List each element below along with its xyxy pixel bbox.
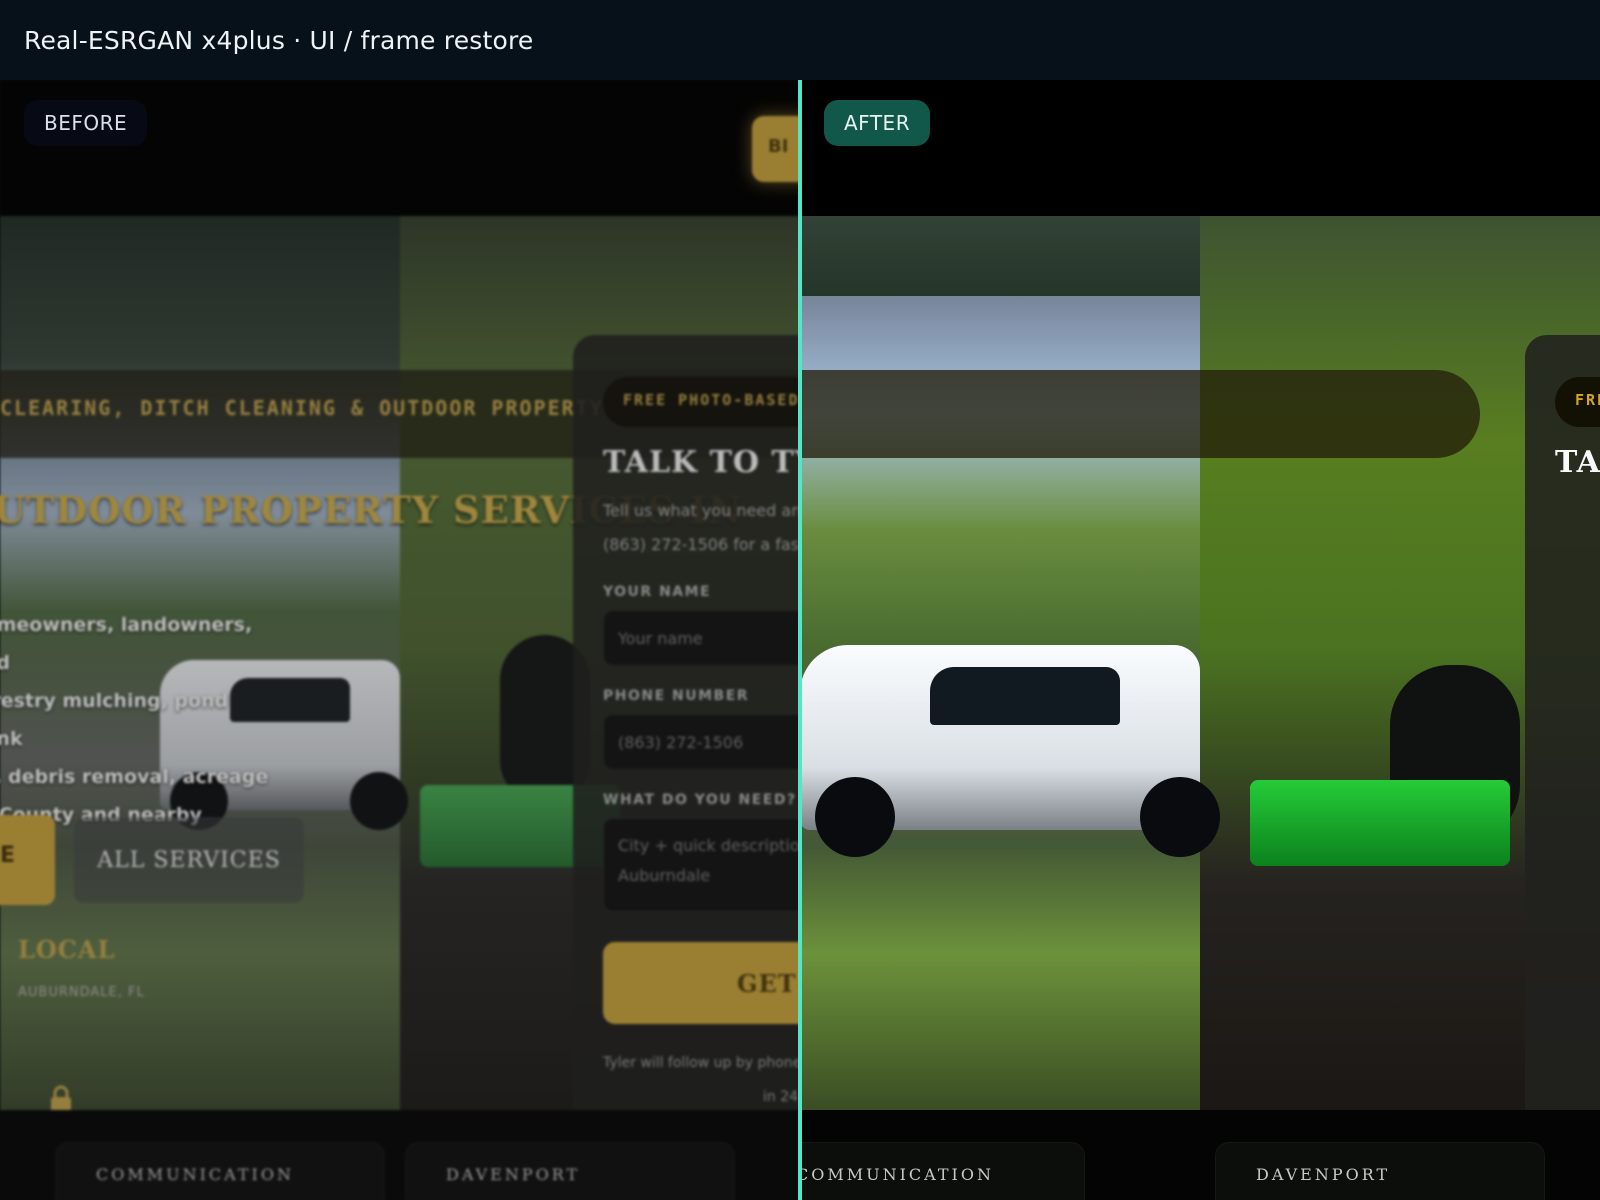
phone-label: PHONE NUMBER <box>603 688 750 704</box>
local-label: LOCAL <box>18 935 116 964</box>
after-pane: CLEARING, DITCH CLEANING & OUTDOOR PROPE… <box>800 80 1600 1200</box>
window-title: Real-ESRGAN x4plus · UI / frame restore <box>24 25 534 55</box>
form-desc-line: (863) 272-1506 for a faster <box>603 535 800 554</box>
compare-stage[interactable]: BI CLEARING, DITCH CLEANING & OUTDOOR PR… <box>0 80 1600 1200</box>
contact-form-card: FREE PHOTO-BASED TALK TO TYLER Tell us w… <box>573 335 800 1185</box>
truck-wheel <box>815 777 895 857</box>
form-desc-line: Tell us what you need and <box>603 501 800 520</box>
form-footnote: Tyler will follow up by phone in 24 <box>603 1046 800 1114</box>
services-banner: CLEARING, DITCH CLEANING & OUTDOOR PROPE… <box>800 370 1480 458</box>
bottom-card: DAVENPORT <box>1215 1142 1545 1200</box>
header-cta-button[interactable]: BI <box>752 116 800 182</box>
name-input[interactable] <box>603 610 800 666</box>
hero-line: homeowners, landowners, and <box>0 614 253 674</box>
compare-divider-handle[interactable] <box>798 80 802 1200</box>
green-mower-deck <box>1250 780 1510 866</box>
need-label: WHAT DO YOU NEED? <box>603 792 797 808</box>
pickup-truck <box>800 645 1220 857</box>
before-scene: BI CLEARING, DITCH CLEANING & OUTDOOR PR… <box>0 80 800 1200</box>
name-label: YOUR NAME <box>603 584 712 600</box>
get-quote-button[interactable]: E <box>0 815 55 905</box>
bottom-card: COMMUNICATION <box>55 1142 385 1200</box>
before-badge: BEFORE <box>24 100 148 146</box>
contact-form-card: FREE PHOTO-BASED TALK TO TYLER <box>1525 335 1600 1185</box>
hero-foliage <box>800 216 1200 296</box>
window-titlebar: Real-ESRGAN x4plus · UI / frame restore <box>0 0 1600 80</box>
all-services-button[interactable]: ALL SERVICES <box>74 817 304 903</box>
form-chip: FREE PHOTO-BASED <box>1555 377 1600 427</box>
form-title: TALK TO TYLER <box>1555 445 1600 480</box>
submit-button[interactable]: GET F <box>603 942 800 1024</box>
truck-wheel <box>350 772 408 830</box>
truck-wheel <box>1140 777 1220 857</box>
before-pane: BI CLEARING, DITCH CLEANING & OUTDOOR PR… <box>0 80 800 1200</box>
form-chip: FREE PHOTO-BASED <box>603 377 800 427</box>
hero-line: forestry mulching, pond bank <box>0 690 229 750</box>
after-badge: AFTER <box>824 100 931 146</box>
bottom-card: DAVENPORT <box>405 1142 735 1200</box>
truck-window <box>930 667 1120 725</box>
form-title: TALK TO TYLER <box>603 445 800 480</box>
form-description: Tell us what you need and (863) 272-1506… <box>603 494 800 562</box>
after-scene: CLEARING, DITCH CLEANING & OUTDOOR PROPE… <box>800 80 1600 1200</box>
hero-line: es, debris removal, acreage <box>0 766 269 788</box>
local-location: AUBURNDALE, FL <box>18 985 145 1000</box>
need-textarea[interactable] <box>603 818 800 912</box>
bottom-card: COMMUNICATION <box>800 1142 1085 1200</box>
phone-input[interactable] <box>603 714 800 770</box>
form-foot-line: in 24 <box>763 1089 799 1105</box>
form-foot-line: Tyler will follow up by phone <box>603 1055 800 1071</box>
